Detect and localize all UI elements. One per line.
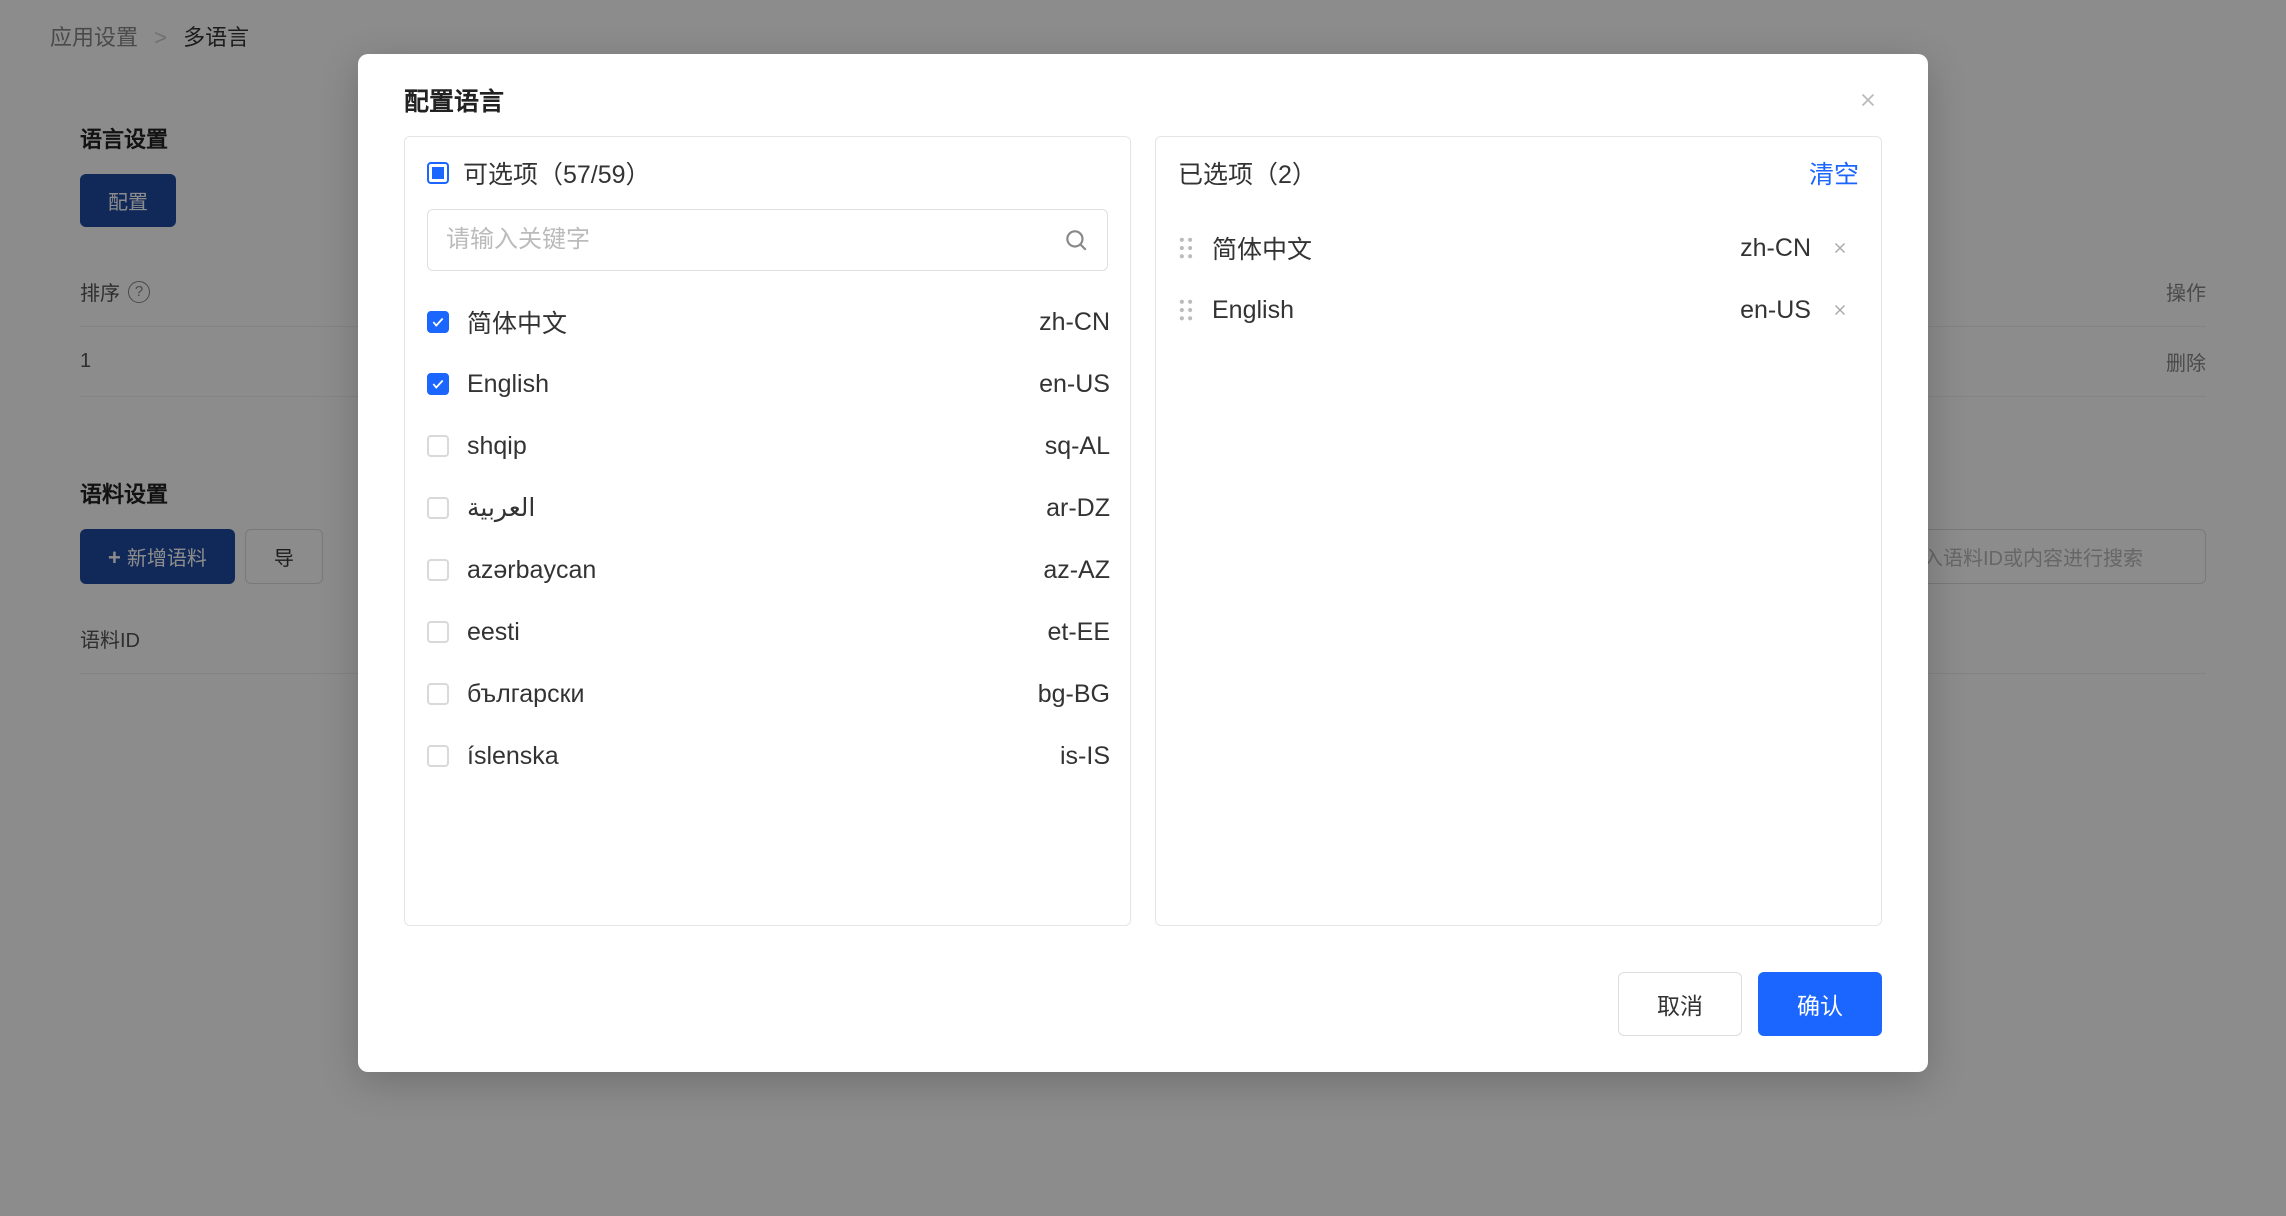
option-item[interactable]: eesti et-EE — [427, 601, 1118, 663]
modal-overlay[interactable]: 配置语言 可选项（57/59） — [0, 0, 2286, 1216]
option-item[interactable]: 简体中文 zh-CN — [427, 291, 1118, 353]
option-checkbox[interactable] — [427, 435, 449, 457]
option-item[interactable]: íslenska is-IS — [427, 725, 1118, 787]
selected-label: 简体中文 — [1212, 230, 1722, 266]
option-code: sq-AL — [1045, 432, 1110, 461]
option-code: az-AZ — [1043, 556, 1110, 585]
remove-icon[interactable] — [1829, 237, 1851, 259]
select-all-checkbox[interactable] — [427, 162, 449, 184]
selected-list[interactable]: 简体中文 zh-CN English en-US — [1156, 209, 1881, 349]
selected-code: en-US — [1740, 296, 1811, 325]
drag-handle-icon[interactable] — [1178, 299, 1194, 321]
option-label: 简体中文 — [467, 304, 1021, 340]
option-code: bg-BG — [1038, 680, 1110, 709]
drag-handle-icon[interactable] — [1178, 237, 1194, 259]
option-label: eesti — [467, 618, 1029, 647]
option-label: English — [467, 370, 1021, 399]
close-icon[interactable] — [1854, 86, 1882, 114]
option-item[interactable]: shqip sq-AL — [427, 415, 1118, 477]
option-checkbox[interactable] — [427, 559, 449, 581]
option-checkbox[interactable] — [427, 621, 449, 643]
modal-title: 配置语言 — [404, 82, 504, 118]
option-label: български — [467, 680, 1020, 709]
option-checkbox[interactable] — [427, 683, 449, 705]
option-label: العربية — [467, 493, 1028, 523]
cancel-button[interactable]: 取消 — [1618, 972, 1742, 1036]
available-list[interactable]: 简体中文 zh-CN English en-US shqip sq-AL العربية ar… — [405, 281, 1130, 925]
option-label: shqip — [467, 432, 1027, 461]
available-panel: 可选项（57/59） 简体中文 zh-CN English en-US shqip sq-… — [404, 136, 1131, 926]
selected-label: English — [1212, 296, 1722, 325]
option-label: íslenska — [467, 742, 1042, 771]
confirm-button[interactable]: 确认 — [1758, 972, 1882, 1036]
clear-button[interactable]: 清空 — [1809, 155, 1859, 191]
selected-item: English en-US — [1178, 279, 1859, 341]
option-checkbox[interactable] — [427, 373, 449, 395]
option-item[interactable]: English en-US — [427, 353, 1118, 415]
option-code: zh-CN — [1039, 308, 1110, 337]
available-header: 可选项（57/59） — [463, 155, 651, 191]
configure-language-modal: 配置语言 可选项（57/59） — [358, 54, 1928, 1072]
selected-item: 简体中文 zh-CN — [1178, 217, 1859, 279]
option-code: en-US — [1039, 370, 1110, 399]
search-icon[interactable] — [1063, 227, 1089, 253]
remove-icon[interactable] — [1829, 299, 1851, 321]
option-code: et-EE — [1047, 618, 1110, 647]
selected-header: 已选项（2） — [1178, 155, 1317, 191]
selected-panel: 已选项（2） 清空 简体中文 zh-CN English en-US — [1155, 136, 1882, 926]
option-checkbox[interactable] — [427, 311, 449, 333]
option-item[interactable]: azərbaycan az-AZ — [427, 539, 1118, 601]
option-checkbox[interactable] — [427, 497, 449, 519]
selected-code: zh-CN — [1740, 234, 1811, 263]
search-box — [427, 209, 1108, 271]
option-item[interactable]: العربية ar-DZ — [427, 477, 1118, 539]
option-checkbox[interactable] — [427, 745, 449, 767]
option-code: is-IS — [1060, 742, 1110, 771]
search-input[interactable] — [446, 226, 1063, 254]
option-label: azərbaycan — [467, 556, 1025, 585]
option-code: ar-DZ — [1046, 494, 1110, 523]
option-item[interactable]: български bg-BG — [427, 663, 1118, 725]
